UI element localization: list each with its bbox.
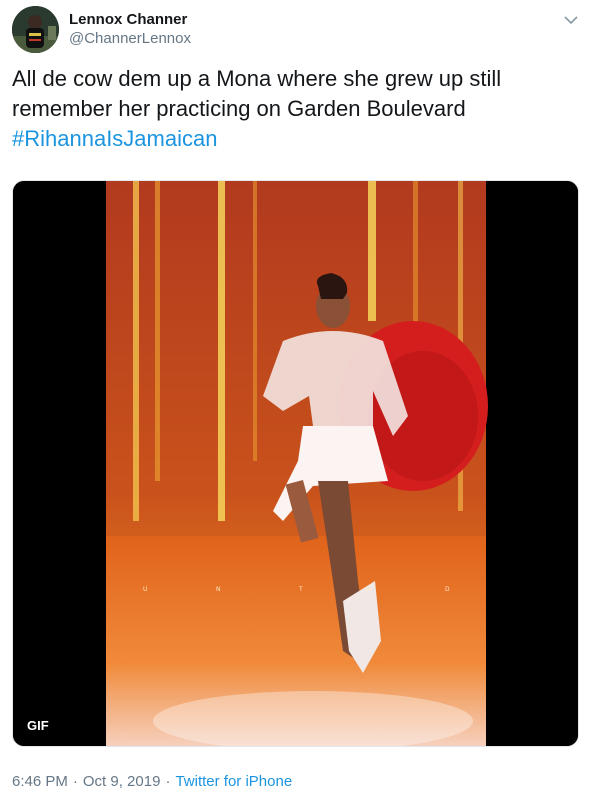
meta-separator: ·	[72, 773, 78, 790]
gif-letter: T	[298, 586, 303, 593]
gif-letter: M	[366, 586, 371, 593]
gif-frame: U N T M D	[13, 181, 578, 746]
tweet-meta: 6:46 PM · Oct 9, 2019 · Twitter for iPhone	[12, 772, 292, 791]
chevron-down-icon[interactable]	[564, 12, 578, 25]
tweet-source-link[interactable]: Twitter for iPhone	[175, 773, 292, 790]
gif-letter: D	[445, 586, 450, 593]
tweet-text: All de cow dem up a Mona where she grew …	[12, 64, 572, 154]
gif-media[interactable]: U N T M D GIF	[12, 180, 579, 747]
profile-photo-icon	[12, 6, 59, 53]
gif-letter: N	[216, 586, 221, 593]
tweet-text-line: All de cow dem up a Mona where she grew …	[12, 66, 502, 91]
gif-letter: U	[143, 586, 147, 593]
gif-badge: GIF	[21, 716, 55, 736]
meta-separator: ·	[165, 773, 171, 790]
tweet-card: Lennox Channer @ChannerLennox All de cow…	[0, 0, 592, 794]
author-header: Lennox Channer @ChannerLennox	[69, 10, 191, 48]
tweet-time[interactable]: 6:46 PM	[12, 773, 68, 790]
author-display-name[interactable]: Lennox Channer	[69, 10, 191, 29]
author-handle[interactable]: @ChannerLennox	[69, 29, 191, 48]
tweet-text-line: remember her practicing on Garden Boulev…	[12, 96, 466, 121]
tweet-date[interactable]: Oct 9, 2019	[83, 773, 161, 790]
avatar[interactable]	[12, 6, 59, 53]
hashtag-link[interactable]: #RihannaIsJamaican	[12, 126, 217, 151]
